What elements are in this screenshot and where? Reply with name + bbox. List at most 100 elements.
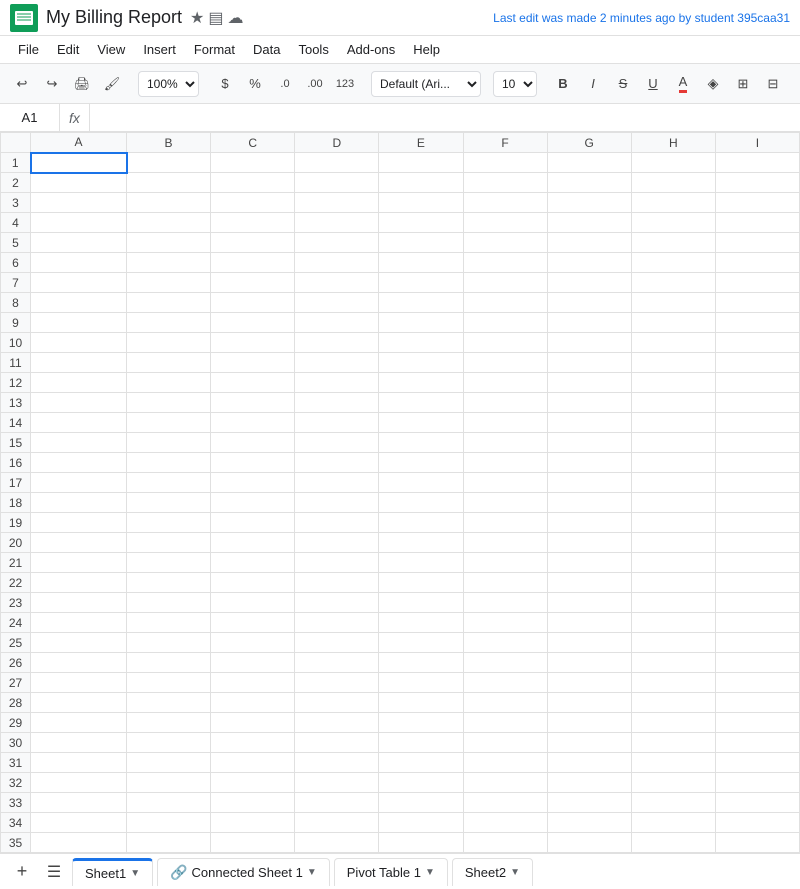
cell-F10[interactable] — [463, 333, 547, 353]
cell-I9[interactable] — [715, 313, 799, 333]
cell-F27[interactable] — [463, 673, 547, 693]
cell-A30[interactable] — [31, 733, 127, 753]
cell-B33[interactable] — [127, 793, 211, 813]
cell-D16[interactable] — [295, 453, 379, 473]
cell-I22[interactable] — [715, 573, 799, 593]
cell-I30[interactable] — [715, 733, 799, 753]
cell-B19[interactable] — [127, 513, 211, 533]
row-header-7[interactable]: 7 — [1, 273, 31, 293]
cell-A15[interactable] — [31, 433, 127, 453]
cell-C2[interactable] — [211, 173, 295, 193]
cell-A33[interactable] — [31, 793, 127, 813]
cell-F35[interactable] — [463, 833, 547, 853]
cell-D1[interactable] — [295, 153, 379, 173]
cell-E17[interactable] — [379, 473, 463, 493]
cell-D35[interactable] — [295, 833, 379, 853]
cell-E18[interactable] — [379, 493, 463, 513]
row-header-24[interactable]: 24 — [1, 613, 31, 633]
cell-D6[interactable] — [295, 253, 379, 273]
cell-H23[interactable] — [631, 593, 715, 613]
cell-C10[interactable] — [211, 333, 295, 353]
cell-I3[interactable] — [715, 193, 799, 213]
cell-A4[interactable] — [31, 213, 127, 233]
font-size-select[interactable]: 10 8 9 11 12 14 — [493, 71, 537, 97]
decimal-dec-button[interactable]: .0 — [271, 70, 299, 98]
cell-C18[interactable] — [211, 493, 295, 513]
sheet-list-button[interactable]: ☰ — [40, 858, 68, 886]
row-header-30[interactable]: 30 — [1, 733, 31, 753]
cell-F17[interactable] — [463, 473, 547, 493]
cell-H6[interactable] — [631, 253, 715, 273]
cell-B3[interactable] — [127, 193, 211, 213]
cell-B9[interactable] — [127, 313, 211, 333]
cell-B14[interactable] — [127, 413, 211, 433]
cell-B2[interactable] — [127, 173, 211, 193]
cell-B10[interactable] — [127, 333, 211, 353]
cell-A26[interactable] — [31, 653, 127, 673]
cell-F7[interactable] — [463, 273, 547, 293]
sheet-tab-arrow[interactable]: ▼ — [130, 868, 140, 879]
cell-H27[interactable] — [631, 673, 715, 693]
cell-G27[interactable] — [547, 673, 631, 693]
cell-E20[interactable] — [379, 533, 463, 553]
sheet-tab-pivot-table-1[interactable]: Pivot Table 1▼ — [334, 858, 448, 886]
cell-G4[interactable] — [547, 213, 631, 233]
cell-E11[interactable] — [379, 353, 463, 373]
cell-E14[interactable] — [379, 413, 463, 433]
cell-C20[interactable] — [211, 533, 295, 553]
cell-D5[interactable] — [295, 233, 379, 253]
cell-E5[interactable] — [379, 233, 463, 253]
cell-C11[interactable] — [211, 353, 295, 373]
row-header-19[interactable]: 19 — [1, 513, 31, 533]
cell-H21[interactable] — [631, 553, 715, 573]
row-header-3[interactable]: 3 — [1, 193, 31, 213]
cell-G24[interactable] — [547, 613, 631, 633]
cell-D4[interactable] — [295, 213, 379, 233]
sheet-tab-sheet1[interactable]: Sheet1▼ — [72, 858, 153, 886]
cell-G15[interactable] — [547, 433, 631, 453]
cell-C12[interactable] — [211, 373, 295, 393]
cell-A5[interactable] — [31, 233, 127, 253]
cell-A14[interactable] — [31, 413, 127, 433]
cell-A28[interactable] — [31, 693, 127, 713]
cell-D23[interactable] — [295, 593, 379, 613]
cell-F8[interactable] — [463, 293, 547, 313]
cell-G5[interactable] — [547, 233, 631, 253]
cell-A8[interactable] — [31, 293, 127, 313]
cell-G25[interactable] — [547, 633, 631, 653]
cell-A18[interactable] — [31, 493, 127, 513]
cell-H5[interactable] — [631, 233, 715, 253]
cell-B21[interactable] — [127, 553, 211, 573]
cell-E15[interactable] — [379, 433, 463, 453]
cell-I34[interactable] — [715, 813, 799, 833]
cell-C15[interactable] — [211, 433, 295, 453]
cell-G7[interactable] — [547, 273, 631, 293]
cell-F32[interactable] — [463, 773, 547, 793]
row-header-20[interactable]: 20 — [1, 533, 31, 553]
cell-H26[interactable] — [631, 653, 715, 673]
cell-I23[interactable] — [715, 593, 799, 613]
cell-G13[interactable] — [547, 393, 631, 413]
cell-F9[interactable] — [463, 313, 547, 333]
col-header-A[interactable]: A — [31, 133, 127, 153]
cell-C5[interactable] — [211, 233, 295, 253]
menu-item-tools[interactable]: Tools — [290, 40, 336, 59]
cell-G22[interactable] — [547, 573, 631, 593]
cell-B13[interactable] — [127, 393, 211, 413]
cell-D30[interactable] — [295, 733, 379, 753]
cell-G12[interactable] — [547, 373, 631, 393]
cloud-icon[interactable]: ☁ — [228, 8, 244, 28]
cell-I21[interactable] — [715, 553, 799, 573]
cell-C30[interactable] — [211, 733, 295, 753]
cell-E9[interactable] — [379, 313, 463, 333]
cell-A19[interactable] — [31, 513, 127, 533]
cell-E33[interactable] — [379, 793, 463, 813]
cell-E30[interactable] — [379, 733, 463, 753]
cell-B31[interactable] — [127, 753, 211, 773]
cell-G18[interactable] — [547, 493, 631, 513]
cell-E2[interactable] — [379, 173, 463, 193]
cell-E6[interactable] — [379, 253, 463, 273]
row-header-1[interactable]: 1 — [1, 153, 31, 173]
cell-C28[interactable] — [211, 693, 295, 713]
cell-A31[interactable] — [31, 753, 127, 773]
